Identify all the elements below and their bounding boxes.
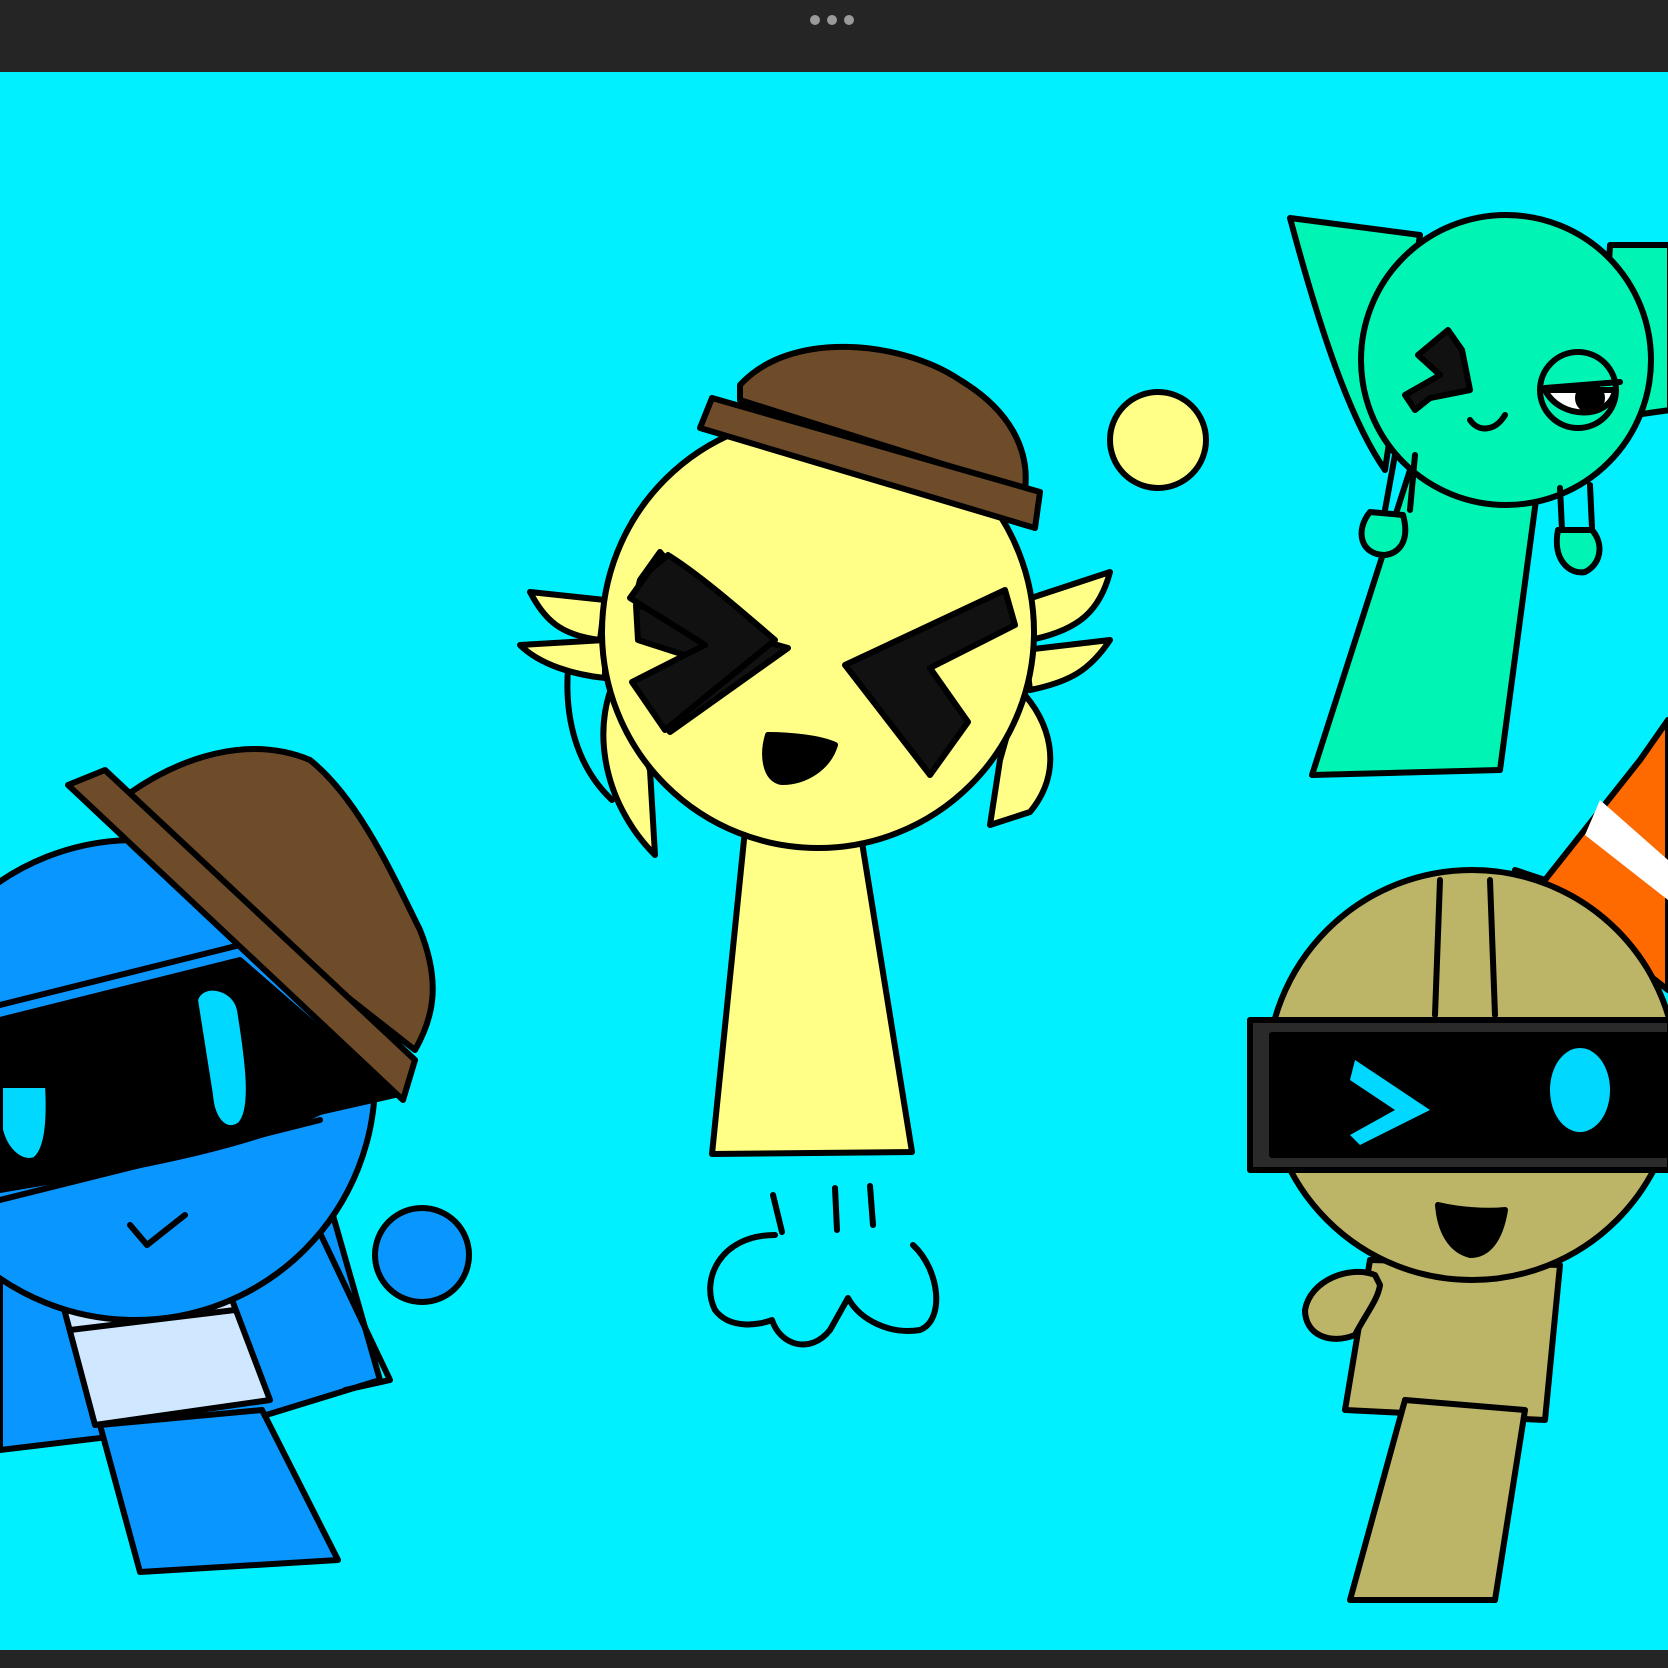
yellow-body [709,827,915,1157]
bottom-bar [0,1650,1668,1668]
yellow-ear-right [1022,569,1113,643]
green-body [1309,467,1543,778]
dot [844,15,854,25]
yellow-steam [770,1183,876,1235]
more-options-icon[interactable] [810,14,860,26]
green-hand-right [1553,527,1603,576]
top-toolbar [0,0,1668,72]
tan-eye-right [1550,1048,1610,1132]
tan-leg [1347,1397,1528,1603]
yellow-character [517,343,1209,1348]
dot [810,15,820,25]
yellow-puff [707,1232,940,1348]
blue-eye-left [0,1082,52,1164]
drawing-svg [0,212,1668,1603]
yellow-ear-left [527,589,608,643]
green-character [1287,212,1668,778]
drawing-canvas[interactable] [0,72,1668,1650]
blue-ball [372,1205,472,1305]
green-hand-left [1358,509,1409,558]
yellow-ball [1107,389,1209,491]
dot [827,15,837,25]
blue-character [0,746,472,1575]
tan-character [1247,717,1668,1603]
green-head [1358,212,1654,508]
blue-leg [97,1407,341,1575]
